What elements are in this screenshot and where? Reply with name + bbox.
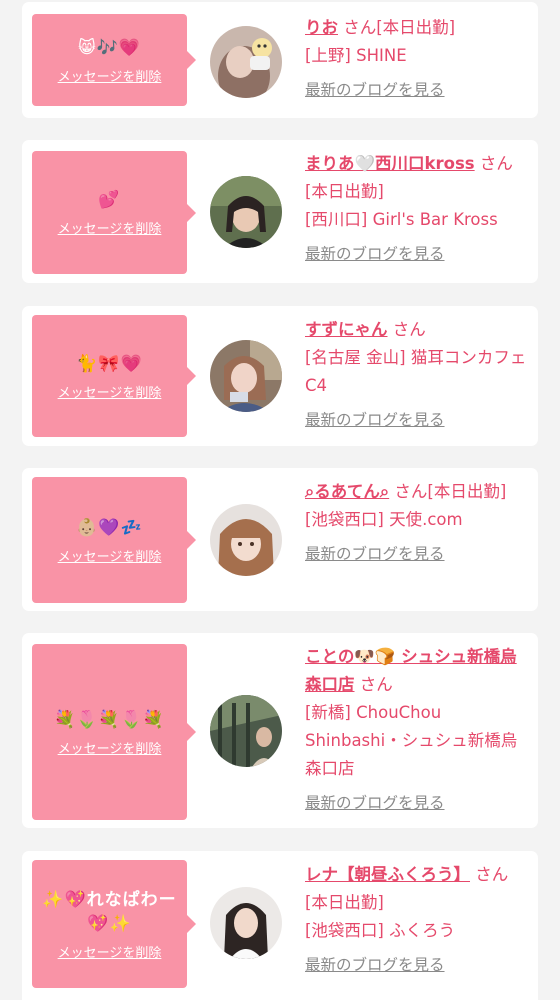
latest-blog-link[interactable]: 最新のブログを見る [305, 951, 445, 979]
message-emoji-text: 💐🌷💐🌷💐 [54, 709, 165, 730]
message-card: 👶🏼💜💤 メッセージを削除 ⌕るあてん⌕ さん[本日出勤] [池袋西口] 天使.… [22, 468, 538, 611]
avatar[interactable] [210, 887, 282, 959]
cast-info: レナ【朝昼ふくろう】 さん [本日出勤] [池袋西口] ふくろう 最新のブログを見… [305, 861, 530, 979]
shop-name: [上野] SHINE [305, 46, 407, 65]
delete-message-link[interactable]: メッセージを削除 [58, 66, 162, 85]
cast-name-link[interactable]: レナ【朝昼ふくろう】 [305, 865, 470, 884]
cast-name-link[interactable]: ⌕るあてん⌕ [305, 482, 389, 501]
delete-message-link[interactable]: メッセージを削除 [58, 942, 162, 961]
cast-info: りお さん[本日出勤] [上野] SHINE 最新のブログを見る [305, 14, 530, 104]
shop-name: [新橋] ChouChou Shinbashi・シュシュ新橋烏森口店 [305, 703, 518, 778]
message-emoji-text: 💕 [98, 190, 121, 210]
cast-name-link[interactable]: まりあ🤍西川口kross [305, 154, 475, 173]
message-emoji-text: ✨💖れなぱわー💖✨ [42, 889, 177, 934]
message-card: 💐🌷💐🌷💐 メッセージを削除 ことの🐶🍞 シュシュ新橋烏森口店 さん [新橋] … [22, 633, 538, 828]
shop-name: [池袋西口] ふくろう [305, 921, 456, 940]
work-status: [本日出勤] [376, 18, 456, 37]
message-emoji-text: 😸🎶💗 [77, 37, 142, 58]
honorific: さん [392, 320, 426, 339]
work-status: [本日出勤] [305, 182, 384, 201]
message-card: 😸🎶💗 メッセージを削除 りお さん[本日出勤] [上野] SHINE 最新のブ… [22, 2, 538, 118]
avatar[interactable] [210, 176, 282, 248]
avatar[interactable] [210, 26, 282, 98]
honorific: さん [475, 865, 509, 884]
cast-name-link[interactable]: りお [305, 18, 338, 37]
delete-message-link[interactable]: メッセージを削除 [58, 382, 162, 401]
latest-blog-link[interactable]: 最新のブログを見る [305, 240, 445, 268]
message-bubble: 💐🌷💐🌷💐 メッセージを削除 [32, 644, 187, 820]
honorific: さん [343, 18, 377, 37]
message-card: 🐈🎀💗 メッセージを削除 すずにゃん さん [名古屋 金山] 猫耳コンカフェ C… [22, 306, 538, 446]
message-emoji-text: 🐈🎀💗 [76, 353, 143, 374]
shop-name: [名古屋 金山] 猫耳コンカフェ C4 [305, 348, 527, 395]
latest-blog-link[interactable]: 最新のブログを見る [305, 540, 445, 568]
cast-name-link[interactable]: すずにゃん [305, 320, 388, 339]
shop-name: [西川口] Girl's Bar Kross [305, 210, 498, 229]
message-card: ✨💖れなぱわー💖✨ メッセージを削除 レナ【朝昼ふくろう】 さん [本日出勤] [… [22, 851, 538, 1000]
cast-info: ことの🐶🍞 シュシュ新橋烏森口店 さん [新橋] ChouChou Shinba… [305, 643, 530, 817]
message-emoji-text: 👶🏼💜💤 [76, 517, 143, 538]
cast-name-link[interactable]: ことの🐶🍞 シュシュ新橋烏森口店 [305, 647, 517, 694]
avatar[interactable] [210, 695, 282, 767]
work-status: [本日出勤] [427, 482, 507, 501]
latest-blog-link[interactable]: 最新のブログを見る [305, 76, 445, 104]
delete-message-link[interactable]: メッセージを削除 [58, 546, 162, 565]
cast-info: まりあ🤍西川口kross さん [本日出勤] [西川口] Girl's Bar K… [305, 150, 530, 268]
latest-blog-link[interactable]: 最新のブログを見る [305, 789, 445, 817]
message-bubble: 👶🏼💜💤 メッセージを削除 [32, 477, 187, 603]
message-card: 💕 メッセージを削除 まりあ🤍西川口kross さん [本日出勤] [西川口] G… [22, 140, 538, 283]
shop-name: [池袋西口] 天使.com [305, 510, 463, 529]
message-bubble: ✨💖れなぱわー💖✨ メッセージを削除 [32, 860, 187, 988]
delete-message-link[interactable]: メッセージを削除 [58, 218, 162, 237]
latest-blog-link[interactable]: 最新のブログを見る [305, 406, 445, 434]
message-bubble: 💕 メッセージを削除 [32, 151, 187, 274]
avatar[interactable] [210, 504, 282, 576]
honorific: さん [479, 154, 513, 173]
cast-info: ⌕るあてん⌕ さん[本日出勤] [池袋西口] 天使.com 最新のブログを見る [305, 478, 530, 568]
cast-info: すずにゃん さん [名古屋 金山] 猫耳コンカフェ C4 最新のブログを見る [305, 316, 530, 434]
message-bubble: 😸🎶💗 メッセージを削除 [32, 14, 187, 106]
avatar[interactable] [210, 340, 282, 412]
honorific: さん [359, 675, 393, 694]
delete-message-link[interactable]: メッセージを削除 [58, 738, 162, 757]
work-status: [本日出勤] [305, 893, 384, 912]
message-bubble: 🐈🎀💗 メッセージを削除 [32, 315, 187, 437]
honorific: さん [394, 482, 428, 501]
